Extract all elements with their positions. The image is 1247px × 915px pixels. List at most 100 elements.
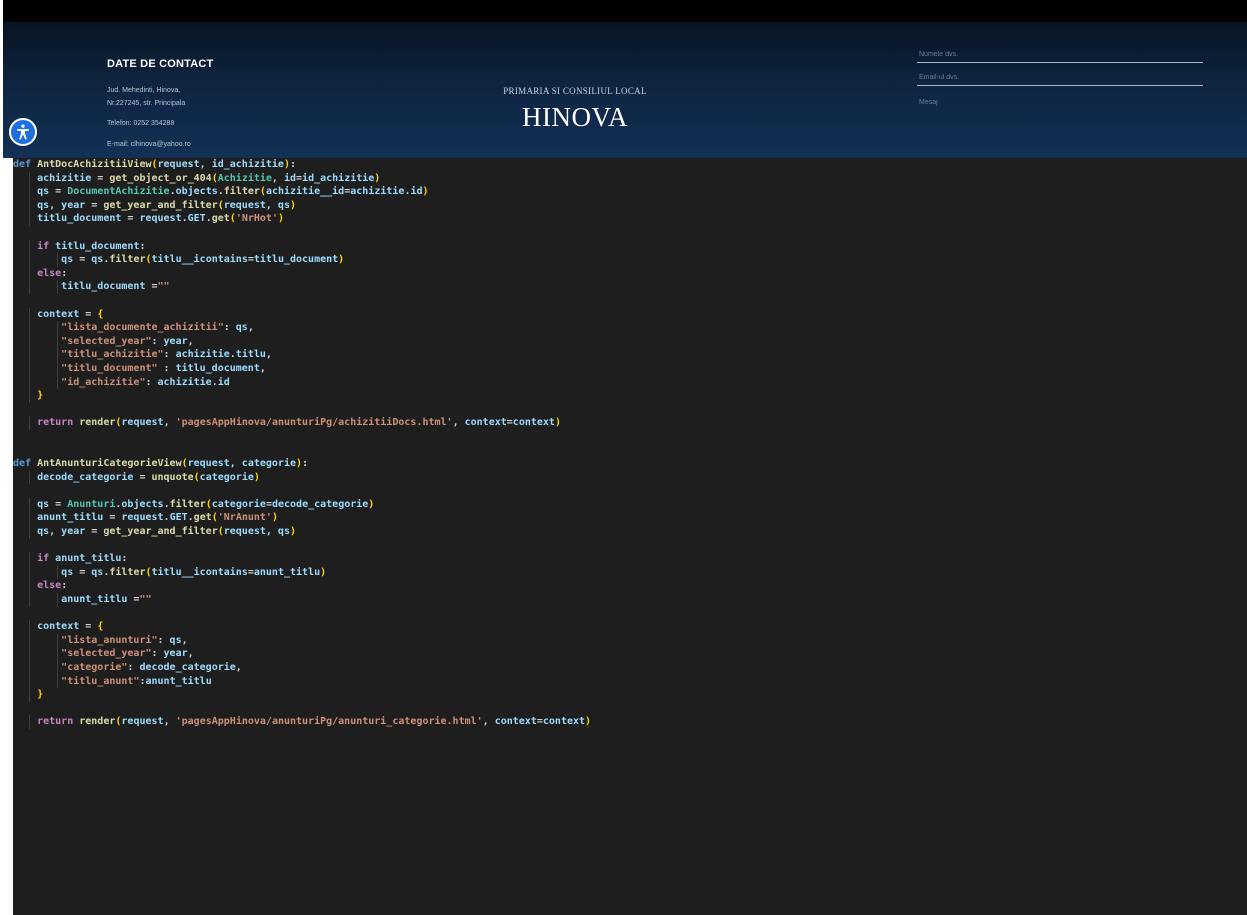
code-token: titlu_document [61,281,146,293]
site-header: DATE DE CONTACT Jud. Mehedinti, Hinova, … [3,22,1247,158]
indent-guide [29,620,30,634]
code-token: titlu_document [55,240,140,252]
code-token: context [464,417,507,429]
indent-guide [29,212,30,226]
email-input[interactable] [917,70,1203,86]
accessibility-button[interactable] [9,118,37,146]
message-input[interactable] [917,93,1203,111]
code-token: def [13,458,32,470]
code-token: GET [187,213,206,225]
code-line: "lista_documente_achizitii": qs, [13,321,1247,335]
code-token: "categorie" [61,661,128,673]
code-token: : [61,580,68,592]
code-token: ) [422,186,429,198]
code-token: request, qs [223,199,290,211]
code-token: ) [289,199,297,211]
code-token: = [73,566,92,578]
code-token: get_object_or_404 [109,172,212,184]
code-token: qs [91,566,104,578]
code-token: 'pagesAppHinova/anunturiPg/anunturi_cate… [175,716,483,728]
code-token: } [37,689,44,701]
code-token: "selected_year" [61,335,152,347]
code-line: qs, year = get_year_and_filter(request, … [13,525,1247,539]
code-token: { [97,621,104,633]
code-token: ) [585,716,592,728]
code-token: : [121,553,128,565]
code-token: categorie [211,498,266,510]
indent-guide [29,307,30,322]
code-token: qs [61,254,74,266]
code-line: else: [13,579,1247,593]
indent-guide [29,660,30,675]
indent-guide [29,511,30,526]
code-token: , [187,335,194,347]
code-token: "" [157,281,170,293]
code-line: anunt_titlu ="" [13,593,1247,607]
indent-guide [29,688,30,702]
code-token: filter [109,254,146,266]
indent-guide [29,375,30,390]
code-line: context = { [13,307,1247,322]
code-token: context [494,716,537,728]
code-line: "selected_year": year, [13,647,1247,661]
indent-guide [29,633,30,648]
indent-guide [29,593,30,607]
indent-guide [57,253,58,267]
code-token: qs [61,566,74,578]
code-token: ) [289,526,297,538]
indent-guide [57,348,58,362]
contact-email[interactable]: E-mail: clhinova@yahoo.ro [107,138,213,151]
code-token: ) [338,254,345,266]
code-token: anunt_titlu [145,675,212,687]
indent-guide [57,375,58,390]
code-line: def AntAnunturiCategorieView(request, ca… [13,457,1247,471]
code-token: titlu__icontains [151,254,248,266]
code-token: anunt_titlu [55,553,122,565]
code-line: def AntDocAchizitiiView(request, id_achi… [13,158,1247,172]
code-token: request, categorie [187,458,296,470]
code-token: get_year_and_filter [103,199,218,211]
code-token: qs [169,634,182,646]
indent-guide [29,552,30,566]
code-token: ) [320,566,327,578]
code-token: request, id_achizitie [157,159,284,170]
code-line: "id_achizitie": achizitie.id [13,375,1247,390]
indent-guide [29,389,30,403]
code-token: context [37,308,80,320]
code-token: titlu_document [253,254,339,266]
code-editor[interactable]: def AntDocAchizitiiView(request, id_achi… [13,158,1247,915]
name-input[interactable] [917,47,1203,63]
code-token: achizitie [175,349,230,361]
code-token: id [217,376,230,388]
code-token: ) [374,172,381,184]
code-token: def [13,159,32,170]
code-line: decode_categorie = unquote(categorie) [13,470,1247,485]
code-token: "" [139,594,152,605]
code-token: = [127,594,140,605]
code-line: titlu_document = request.GET.get('NrHot'… [13,212,1247,226]
code-token: get [193,512,212,524]
code-token: id_achizitie [302,172,375,184]
code-token: : [151,335,164,347]
code-token: "lista_documente_achizitii" [61,322,224,334]
indent-guide [29,321,30,335]
code-token: id [410,186,423,198]
code-token: = [73,254,92,266]
code-token: = [133,471,152,483]
indent-guide [29,674,30,689]
code-token: : [289,159,297,170]
code-token: qs, year [37,199,86,211]
code-token: get_year_and_filter [103,526,218,538]
code-token: render [79,716,116,728]
